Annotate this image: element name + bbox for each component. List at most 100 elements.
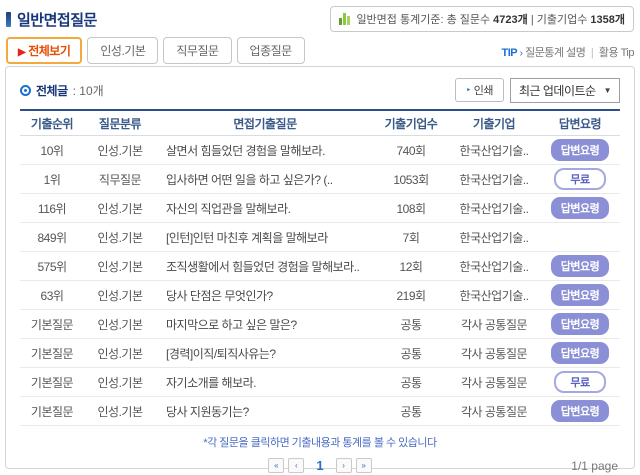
row-rank: 기본질문 — [30, 404, 74, 419]
sort-dropdown-value: 최근 업데이트순 — [518, 83, 596, 98]
sort-dropdown[interactable]: 최근 업데이트순 ▼ — [509, 77, 620, 103]
answer-tip-button[interactable]: 답변요령 — [550, 400, 610, 422]
row-category: 인성.기본 — [97, 201, 144, 216]
row-question-link[interactable]: 살면서 힘들었던 경험을 말해보라. — [156, 142, 374, 159]
row-action-cell: 답변요령 — [540, 139, 620, 161]
row-company: 한국산업기술.. — [459, 259, 529, 274]
tab-all[interactable]: ▶ 전체보기 — [6, 37, 83, 64]
row-company-count: 공통 — [400, 375, 422, 390]
tip-link-question-stats[interactable]: 질문통계 설명 — [525, 47, 586, 59]
row-action-cell: 답변요령 — [540, 255, 620, 277]
table-row[interactable]: 기본질문 인성.기본 마지막으로 하고 싶은 말은? 공통 각사 공통질문 답변… — [20, 310, 620, 339]
answer-tip-button[interactable]: 답변요령 — [550, 342, 610, 364]
pagination-first-icon[interactable]: « — [268, 458, 285, 473]
tab-list: ▶ 전체보기 인성.기본 직무질문 업종질문 — [6, 37, 305, 64]
tab-active-arrow-icon: ▶ — [18, 47, 26, 58]
row-action-cell: 답변요령 — [540, 400, 620, 422]
row-question-link[interactable]: 당사 단점은 무엇인가? — [156, 287, 374, 304]
table-row[interactable]: 10위 인성.기본 살면서 힘들었던 경험을 말해보라. 740회 한국산업기술… — [20, 136, 620, 165]
print-arrow-icon: ‣ — [465, 84, 471, 95]
tip-label: TIP — [501, 47, 518, 59]
answer-tip-button[interactable]: 답변요령 — [550, 313, 610, 335]
row-question-link[interactable]: 입사하면 어떤 일을 하고 싶은가? (.. — [156, 171, 374, 188]
tab-personality-basic[interactable]: 인성.기본 — [87, 37, 159, 64]
row-company-count: 108회 — [396, 201, 426, 216]
answer-tip-button[interactable]: 답변요령 — [550, 284, 610, 306]
row-category: 인성.기본 — [97, 404, 144, 419]
answer-tip-button[interactable]: 답변요령 — [550, 139, 610, 161]
row-company: 각사 공통질문 — [460, 375, 528, 390]
row-rank: 기본질문 — [30, 346, 74, 361]
table-header-row: 기출순위 질문분류 면접기출질문 기출기업수 기출기업 답변요령 — [20, 109, 620, 136]
pagination-prev-icon[interactable]: ‹ — [288, 458, 305, 473]
row-company-count: 12회 — [399, 259, 423, 274]
tip-link-usage[interactable]: 활용 Tip — [599, 47, 635, 59]
table-body: 10위 인성.기본 살면서 힘들었던 경험을 말해보라. 740회 한국산업기술… — [20, 136, 620, 426]
total-posts-count: : 10개 — [72, 83, 104, 98]
table-row[interactable]: 575위 인성.기본 조직생활에서 힘들었던 경험을 말해보라.. 12회 한국… — [20, 252, 620, 281]
row-rank: 1위 — [43, 172, 61, 187]
row-company-count: 공통 — [400, 404, 422, 419]
row-question-link[interactable]: 조직생활에서 힘들었던 경험을 말해보라.. — [156, 258, 374, 275]
table-row[interactable]: 기본질문 인성.기본 자기소개를 해보라. 공통 각사 공통질문 무료 — [20, 368, 620, 397]
row-category: 인성.기본 — [97, 317, 144, 332]
row-company-count: 공통 — [400, 317, 422, 332]
print-button[interactable]: ‣ 인쇄 — [454, 78, 504, 102]
table-row[interactable]: 849위 인성.기본 [인턴]인턴 마친후 계획을 말해보라 7회 한국산업기술… — [20, 223, 620, 252]
questions-table: 기출순위 질문분류 면접기출질문 기출기업수 기출기업 답변요령 10위 인성.… — [20, 109, 620, 426]
row-category: 인성.기본 — [97, 259, 144, 274]
row-company: 한국산업기술.. — [459, 288, 529, 303]
total-posts-label: 전체글 — [36, 83, 68, 98]
toolbar-right: ‣ 인쇄 최근 업데이트순 ▼ — [454, 77, 620, 103]
main-container: 전체글 : 10개 ‣ 인쇄 최근 업데이트순 ▼ 기출순위 질문분류 면접기출… — [5, 66, 635, 473]
row-question-link[interactable]: 자신의 직업관을 말해보라. — [156, 200, 374, 217]
col-header-question: 면접기출질문 — [233, 116, 297, 131]
list-toolbar: 전체글 : 10개 ‣ 인쇄 최근 업데이트순 ▼ — [20, 77, 620, 103]
row-company: 각사 공통질문 — [460, 404, 528, 419]
row-action-cell: 무료 — [540, 168, 620, 190]
row-company-count: 740회 — [396, 143, 426, 158]
col-header-company: 기출기업 — [472, 116, 516, 131]
table-footnote: *각 질문을 클릭하면 기출내용과 통계를 볼 수 있습니다 — [203, 437, 437, 449]
col-header-action: 답변요령 — [558, 116, 602, 131]
pagination-last-icon[interactable]: » — [355, 458, 372, 473]
tab-job-question[interactable]: 직무질문 — [163, 37, 232, 64]
answer-tip-button[interactable]: 답변요령 — [550, 197, 610, 219]
chevron-down-icon: ▼ — [603, 85, 612, 95]
table-row[interactable]: 기본질문 인성.기본 [경력]이직/퇴직사유는? 공통 각사 공통질문 답변요령 — [20, 339, 620, 368]
pagination: « ‹ 1 › » — [20, 458, 620, 473]
row-action-cell: 답변요령 — [540, 313, 620, 335]
row-rank: 575위 — [37, 259, 67, 274]
free-button[interactable]: 무료 — [554, 168, 606, 190]
table-row[interactable]: 116위 인성.기본 자신의 직업관을 말해보라. 108회 한국산업기술.. … — [20, 194, 620, 223]
page-title: 일반면접질문 — [17, 11, 97, 29]
free-button[interactable]: 무료 — [554, 371, 606, 393]
row-question-link[interactable]: 마지막으로 하고 싶은 말은? — [156, 316, 374, 333]
total-company-count: 1358개 — [590, 14, 625, 26]
row-question-link[interactable]: [인턴]인턴 마친후 계획을 말해보라 — [156, 229, 374, 246]
row-category: 인성.기본 — [97, 346, 144, 361]
row-action-cell: 답변요령 — [540, 197, 620, 219]
row-action-cell: 답변요령 — [540, 342, 620, 364]
pagination-next-icon[interactable]: › — [335, 458, 352, 473]
tab-industry-question[interactable]: 업종질문 — [236, 37, 305, 64]
row-question-link[interactable]: 당사 지원동기는? — [156, 403, 374, 420]
tip-arrow-icon: › — [519, 48, 523, 59]
table-row[interactable]: 기본질문 인성.기본 당사 지원동기는? 공통 각사 공통질문 답변요령 — [20, 397, 620, 426]
row-question-link[interactable]: 자기소개를 해보라. — [156, 374, 374, 391]
row-company: 한국산업기술.. — [459, 230, 529, 245]
row-action-cell: 무료 — [540, 371, 620, 393]
table-row[interactable]: 63위 인성.기본 당사 단점은 무엇인가? 219회 한국산업기술.. 답변요… — [20, 281, 620, 310]
row-category: 인성.기본 — [97, 230, 144, 245]
page-info: 1/1 page — [571, 459, 618, 473]
table-row[interactable]: 1위 직무질문 입사하면 어떤 일을 하고 싶은가? (.. 1053회 한국산… — [20, 165, 620, 194]
title-accent-bar — [6, 11, 11, 27]
answer-tip-button[interactable]: 답변요령 — [550, 255, 610, 277]
total-posts: 전체글 : 10개 — [20, 82, 104, 99]
row-company: 한국산업기술.. — [459, 201, 529, 216]
bar-chart-icon — [339, 13, 351, 25]
row-rank: 10위 — [40, 143, 64, 158]
row-category: 직무질문 — [98, 172, 142, 187]
row-rank: 849위 — [37, 230, 67, 245]
row-question-link[interactable]: [경력]이직/퇴직사유는? — [156, 345, 374, 362]
